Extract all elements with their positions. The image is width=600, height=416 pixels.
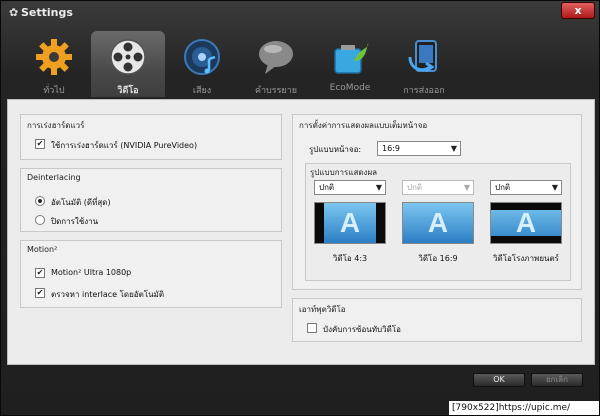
gear-icon — [36, 39, 72, 75]
deinterlacing-auto-label: อัตโนมัติ (ดีที่สุด) — [51, 198, 111, 207]
preview-cinema-caption: วิดีโอโรงภาพยนตร์ — [493, 254, 559, 263]
mode-16-9-value: ปกติ — [407, 183, 423, 192]
film-reel-icon — [110, 39, 146, 75]
chevron-down-icon: ▼ — [463, 183, 470, 192]
preview-16-9: A — [402, 202, 474, 244]
video-output-group: เอาท์พุตวิดีโอ บังคับการซ้อนทับวิดีโอ — [292, 298, 582, 342]
chevron-down-icon: ▼ — [551, 183, 558, 192]
speaker-icon — [184, 39, 220, 75]
watermark-text: [790x522]https://upic.me/ — [449, 401, 599, 415]
mode-4-3-select[interactable]: ปกติ ▼ — [314, 180, 386, 195]
hardware-acceleration-title: การเร่งฮาร์ดแวร์ — [27, 121, 85, 130]
hardware-acceleration-group: การเร่งฮาร์ดแวร์ ✔ ใช้การเร่งฮาร์ดแวร์ (… — [20, 114, 282, 160]
cancel-button[interactable]: ยกเลิก — [531, 373, 583, 387]
overlay-checkbox[interactable] — [307, 323, 317, 333]
video-output-title: เอาท์พุตวิดีโอ — [299, 305, 346, 314]
preview-4-3-caption: วิดีโอ 4:3 — [332, 254, 368, 263]
aspect-ratio-value: 16:9 — [382, 144, 400, 153]
tab-video-label: วิดีโอ — [117, 86, 139, 96]
tab-general-label: ทั่วไป — [43, 86, 65, 96]
fullscreen-settings-title: การตั้งค่าการแสดงผลแบบเต็มหน้าจอ — [299, 121, 428, 130]
overlay-label: บังคับการซ้อนทับวิดีโอ — [323, 325, 401, 334]
close-button[interactable]: x — [561, 2, 595, 19]
mode-cinema-select[interactable]: ปกติ ▼ — [490, 180, 562, 195]
tab-subtitles[interactable]: คำบรรยาย — [239, 31, 313, 97]
motion-group: Motion² ✔ Motion² Ultra 1080p ✔ ตรวจหา i… — [20, 240, 282, 308]
display-mode-title: รูปแบบการแสดงผล — [310, 168, 378, 177]
tab-subtitles-label: คำบรรยาย — [254, 86, 298, 96]
tab-audio-label: เสียง — [192, 86, 212, 96]
preview-cinema: A — [490, 202, 562, 244]
battery-leaf-icon — [334, 43, 369, 74]
deinterlacing-auto-radio[interactable] — [35, 196, 45, 206]
speech-bubble-icon — [259, 41, 293, 74]
motion-ultra-checkbox[interactable]: ✔ — [35, 268, 45, 278]
deinterlacing-off-label: ปิดการใช้งาน — [51, 217, 99, 226]
preview-letter: A — [339, 207, 361, 238]
preview-16-9-caption: วิดีโอ 16:9 — [418, 254, 458, 263]
deinterlacing-group: Deinterlacing อัตโนมัติ (ดีที่สุด) ปิดกา… — [20, 168, 282, 232]
deinterlacing-off-radio[interactable] — [35, 215, 45, 225]
motion-ultra-label: Motion² Ultra 1080p — [51, 268, 132, 277]
mode-cinema-value: ปกติ — [495, 183, 511, 192]
mode-16-9-select[interactable]: ปกติ ▼ — [402, 180, 474, 195]
chevron-down-icon: ▼ — [375, 183, 382, 192]
export-icon — [408, 40, 437, 73]
aspect-ratio-label: รูปแบบหน้าจอ: — [309, 145, 362, 154]
tab-general[interactable]: ทั่วไป — [17, 31, 91, 97]
display-mode-group: รูปแบบการแสดงผล ปกติ ▼ A วิดีโอ 4:3 ปกติ… — [305, 163, 571, 281]
preview-letter: A — [515, 207, 537, 238]
tab-ecomode[interactable]: EcoMode — [313, 31, 387, 97]
mode-4-3-value: ปกติ — [319, 183, 335, 192]
aspect-ratio-select[interactable]: 16:9 ▼ — [377, 141, 461, 156]
settings-tab-bar: ทั่วไป วิดีโอ เสียง คำบรรยาย EcoMode การ… — [7, 27, 595, 99]
interlace-detect-label: ตรวจหา interlace โดยอัตโนมัติ — [51, 290, 165, 299]
preview-4-3: A — [314, 202, 386, 244]
hardware-acceleration-label: ใช้การเร่งฮาร์ดแวร์ (NVIDIA PureVideo) — [51, 141, 198, 150]
ok-button[interactable]: OK — [473, 373, 525, 387]
preview-letter: A — [427, 207, 449, 238]
deinterlacing-title: Deinterlacing — [27, 173, 81, 182]
interlace-detect-checkbox[interactable]: ✔ — [35, 288, 45, 298]
fullscreen-settings-group: การตั้งค่าการแสดงผลแบบเต็มหน้าจอ รูปแบบห… — [292, 114, 582, 290]
tab-ecomode-label: EcoMode — [329, 83, 371, 93]
tab-video[interactable]: วิดีโอ — [91, 31, 165, 97]
tab-export-label: การส่งออก — [403, 86, 445, 96]
chevron-down-icon: ▼ — [450, 144, 457, 153]
title-bar: ✿ Settings x — [1, 1, 599, 25]
settings-gear-icon: ✿ — [9, 6, 19, 19]
motion-title: Motion² — [27, 245, 58, 254]
window-title: Settings — [21, 6, 73, 19]
video-settings-panel: การเร่งฮาร์ดแวร์ ✔ ใช้การเร่งฮาร์ดแวร์ (… — [7, 99, 595, 365]
settings-window: ✿ Settings x ทั่วไป วิดีโอ เสียง คำบรรยา… — [0, 0, 600, 416]
tab-audio[interactable]: เสียง — [165, 31, 239, 97]
hardware-acceleration-checkbox[interactable]: ✔ — [35, 139, 45, 149]
tab-export[interactable]: การส่งออก — [387, 31, 461, 97]
